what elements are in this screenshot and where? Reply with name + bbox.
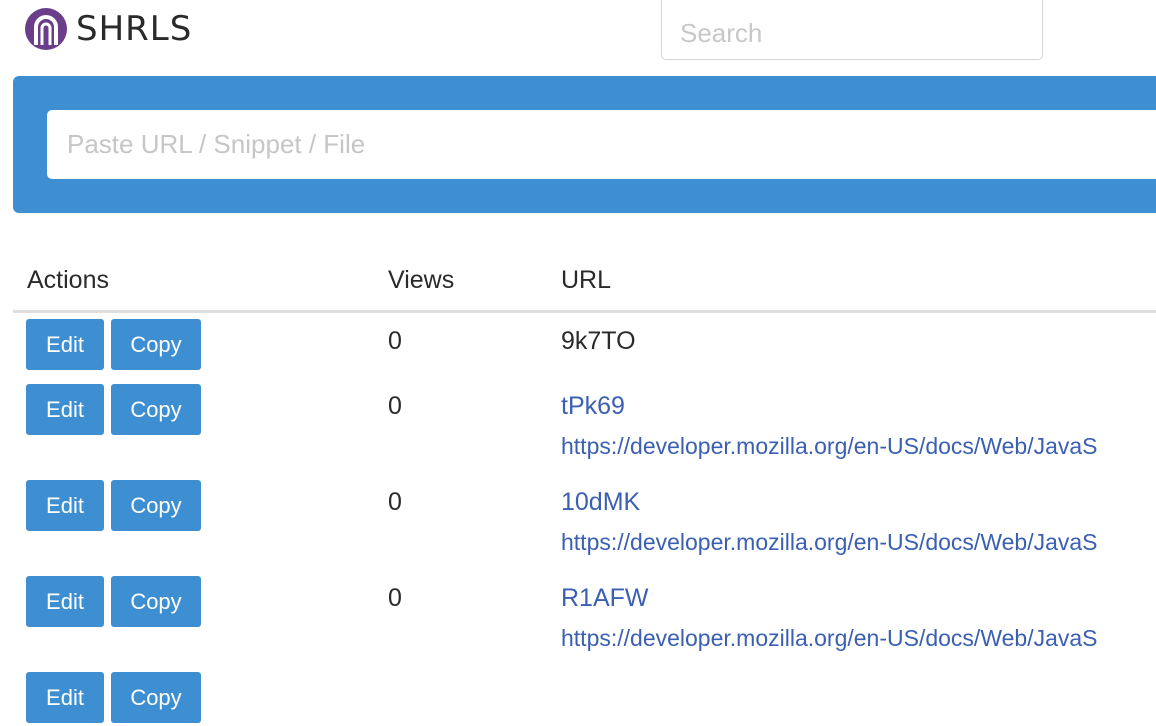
paste-url-input[interactable]: [47, 110, 1156, 179]
copy-button[interactable]: Copy: [111, 672, 201, 723]
target-url-link[interactable]: https://developer.mozilla.org/en-US/docs…: [561, 433, 1098, 460]
shorten-banner: [13, 76, 1156, 213]
edit-button[interactable]: Edit: [26, 480, 104, 531]
copy-button[interactable]: Copy: [111, 319, 201, 370]
table-header: Actions Views URL: [13, 258, 1156, 313]
views-count: 0: [388, 392, 402, 420]
copy-button[interactable]: Copy: [111, 480, 201, 531]
table-row: Edit Copy 0 R1AFW https://developer.mozi…: [13, 570, 1156, 666]
edit-button[interactable]: Edit: [26, 319, 104, 370]
target-url-link[interactable]: https://developer.mozilla.org/en-US/docs…: [561, 625, 1098, 652]
short-code-link[interactable]: 10dMK: [561, 488, 640, 517]
views-count: 0: [388, 327, 402, 355]
copy-button[interactable]: Copy: [111, 576, 201, 627]
app-logo[interactable]: SHRLS: [24, 7, 192, 51]
views-count: 0: [388, 584, 402, 612]
short-code-link[interactable]: R1AFW: [561, 584, 649, 613]
short-code: 9k7TO: [561, 327, 636, 355]
edit-button[interactable]: Edit: [26, 384, 104, 435]
table-row: Edit Copy: [13, 666, 1156, 726]
copy-button[interactable]: Copy: [111, 384, 201, 435]
column-header-views: Views: [388, 266, 455, 294]
edit-button[interactable]: Edit: [26, 672, 104, 723]
shrls-logo-icon: [25, 8, 67, 50]
table-row: Edit Copy 0 10dMK https://developer.mozi…: [13, 474, 1156, 570]
target-url-link[interactable]: https://developer.mozilla.org/en-US/docs…: [561, 529, 1098, 556]
edit-button[interactable]: Edit: [26, 576, 104, 627]
table-row: Edit Copy 0 tPk69 https://developer.mozi…: [13, 378, 1156, 474]
app-name: SHRLS: [76, 9, 193, 49]
column-header-actions: Actions: [27, 266, 109, 294]
header: SHRLS: [0, 0, 1156, 70]
search-input[interactable]: [661, 0, 1043, 60]
views-count: 0: [388, 488, 402, 516]
urls-table: Actions Views URL Edit Copy 0 9k7TO Edit…: [13, 258, 1156, 726]
column-header-url: URL: [561, 266, 612, 294]
table-row: Edit Copy 0 9k7TO: [13, 313, 1156, 378]
short-code-link[interactable]: tPk69: [561, 392, 625, 421]
